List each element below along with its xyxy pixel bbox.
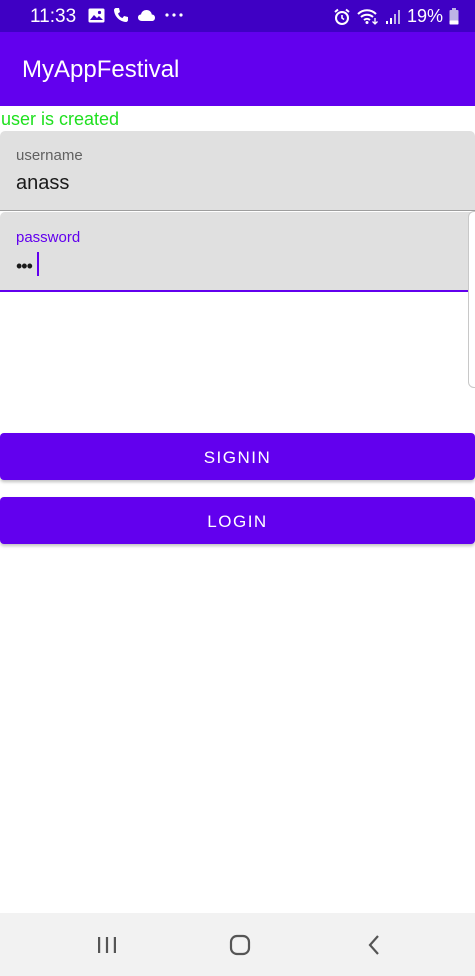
username-field[interactable]: username anass <box>0 131 475 211</box>
username-label: username <box>16 147 83 164</box>
battery-percent: 19% <box>406 6 443 26</box>
cloud-icon <box>137 9 156 22</box>
status-left-icons <box>88 7 184 23</box>
login-button[interactable]: LOGIN <box>0 497 475 544</box>
back-icon[interactable] <box>362 932 388 958</box>
app-screen: 11:33 19% MyAppFestival user is created … <box>0 0 475 976</box>
signal-icon <box>385 9 401 25</box>
status-time: 11:33 <box>30 6 77 27</box>
home-icon[interactable] <box>227 932 253 958</box>
password-field[interactable]: password ••• <box>0 212 475 292</box>
more-dots-icon <box>164 12 184 18</box>
image-icon <box>88 8 105 23</box>
username-value: anass <box>16 172 70 194</box>
phone-icon <box>113 7 129 23</box>
navigation-bar <box>0 913 475 976</box>
app-title: MyAppFestival <box>22 56 180 83</box>
status-bar: 11:33 19% <box>0 0 475 32</box>
text-cursor <box>37 252 39 276</box>
recent-apps-icon[interactable] <box>94 932 120 958</box>
signin-button[interactable]: SIGNIN <box>0 433 475 480</box>
battery-icon <box>449 8 459 25</box>
app-bar: MyAppFestival <box>0 32 475 106</box>
edge-panel-handle[interactable] <box>468 211 475 388</box>
password-label: password <box>16 229 81 246</box>
status-message: user is created <box>1 109 120 129</box>
status-right-icons: 19% <box>333 6 459 27</box>
wifi-icon <box>357 8 379 25</box>
alarm-icon <box>333 8 351 26</box>
password-value: ••• <box>16 256 33 276</box>
